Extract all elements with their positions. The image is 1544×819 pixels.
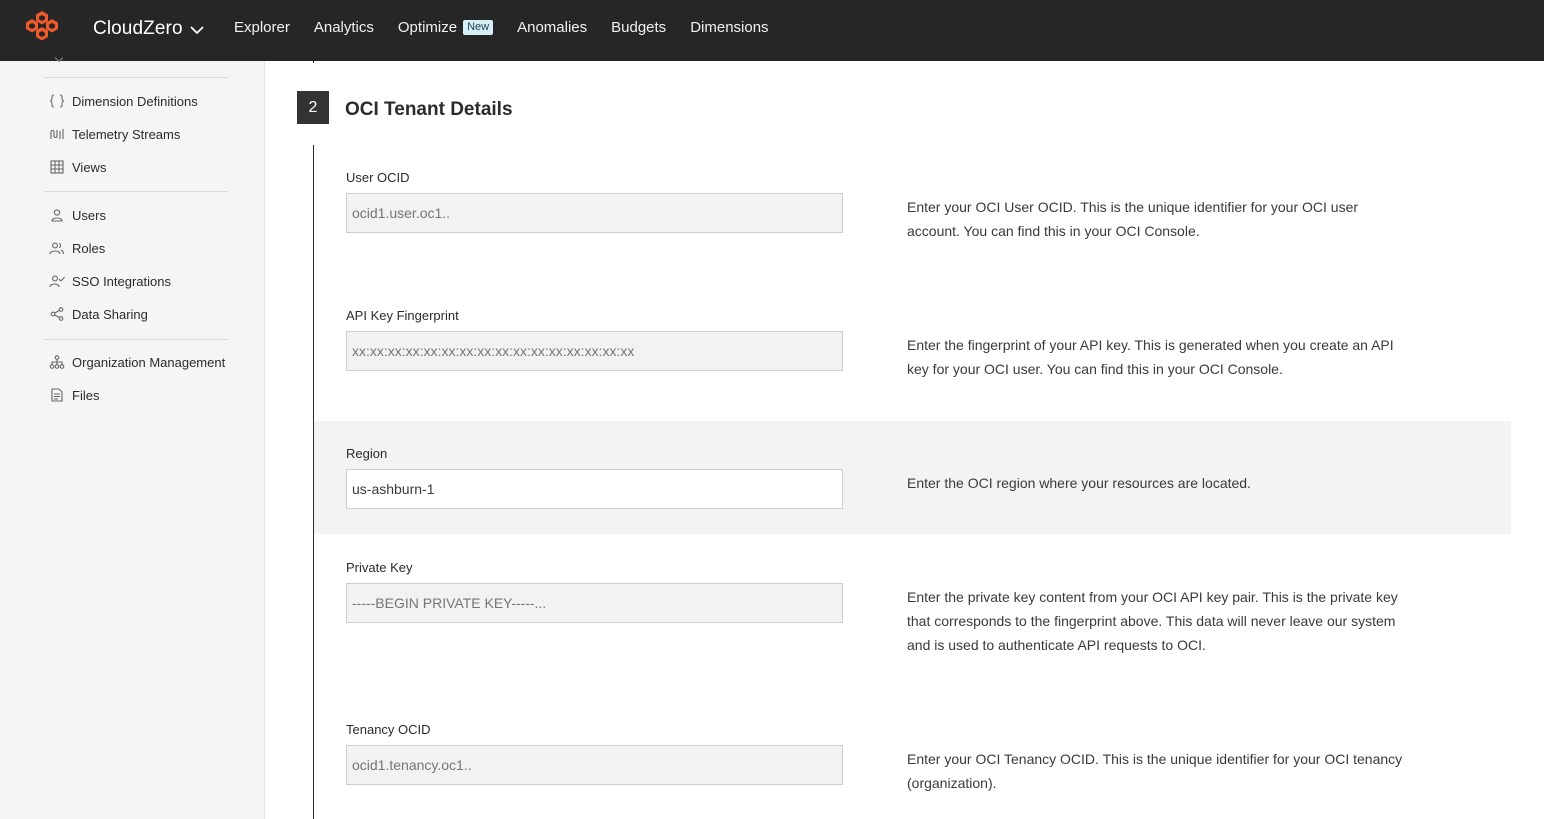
nav-dimensions-label: Dimensions [690,19,769,36]
api-key-fingerprint-help: Enter the fingerprint of your API key. T… [907,337,1394,377]
sidebar-item-telemetry-streams[interactable]: Telemetry Streams [49,126,180,142]
api-key-fingerprint-input[interactable] [346,331,843,371]
chevron-down-icon [189,19,204,41]
sidebar-item-organization-management[interactable]: Organization Management [49,354,225,370]
file-icon [49,387,65,403]
top-navigation-bar: CloudZero Explorer Analytics Optimize Ne… [0,0,1544,61]
nav-dimensions[interactable]: Dimensions [690,19,768,36]
org-chart-icon [49,354,65,370]
sidebar-item-data-sharing[interactable]: Data Sharing [49,306,148,322]
region-help: Enter the OCI region where your resource… [907,475,1251,491]
nav-analytics-label: Analytics [313,19,374,36]
sidebar-item-label: Views [72,159,107,175]
sidebar-item-label: SSO Integrations [72,273,171,289]
user-ocid-label: User OCID [346,170,410,185]
main-content: 2 OCI Tenant Details User OCID Enter you… [265,61,1544,819]
user-check-icon [49,273,65,289]
sidebar-divider [44,191,228,192]
nav-optimize[interactable]: Optimize New [397,19,494,36]
field-row-private-key: Private Key Enter the private key conten… [314,534,1511,696]
previous-step-rail [313,61,314,63]
field-row-user-ocid: User OCID Enter your OCI User OCID. This… [314,145,1511,283]
nav-explorer[interactable]: Explorer [234,19,290,36]
brand-name: CloudZero [93,17,183,39]
sidebar-item-label: Organization Management [72,354,226,370]
nav-anomalies-label: Anomalies [517,19,588,36]
sidebar-item-users[interactable]: Users [49,207,106,223]
sidebar-item-label: Data Sharing [72,306,148,322]
sidebar-item-views[interactable]: Views [49,159,106,175]
api-key-fingerprint-label: API Key Fingerprint [346,308,459,323]
user-icon [49,207,65,223]
nav-explorer-label: Explorer [234,19,290,36]
settings-sidebar: Dimension Definitions Telemetry Streams … [0,53,265,819]
sidebar-item-label: Users [72,207,106,223]
user-ocid-input[interactable] [346,193,843,233]
new-badge: New [463,20,494,35]
nav-budgets-label: Budgets [611,19,667,36]
sidebar-item-dimension-definitions[interactable]: Dimension Definitions [49,93,198,109]
sidebar-item-files[interactable]: Files [49,387,99,403]
field-row-region: Region Enter the OCI region where your r… [314,421,1511,534]
streams-icon [49,126,65,142]
section-title: OCI Tenant Details [345,99,513,120]
roles-icon [49,240,65,256]
region-input[interactable] [346,469,843,509]
sidebar-item-label: Telemetry Streams [72,126,181,142]
private-key-label: Private Key [346,560,413,575]
private-key-input[interactable] [346,583,843,623]
sidebar-item-sso-integrations[interactable]: SSO Integrations [49,273,171,289]
sidebar-item-label: Files [72,387,100,403]
user-ocid-help: Enter your OCI User OCID. This is the un… [907,199,1359,239]
braces-icon [49,93,65,109]
step-number-badge: 2 [297,91,329,124]
sidebar-divider [44,339,228,340]
field-row-tenancy-ocid: Tenancy OCID Enter your OCI Tenancy OCID… [314,696,1511,819]
main-nav: Explorer Analytics Optimize New Anomalie… [234,0,793,55]
tenancy-ocid-label: Tenancy OCID [346,722,431,737]
nav-anomalies[interactable]: Anomalies [517,19,587,36]
tenancy-ocid-input[interactable] [346,745,843,785]
sidebar-item-label: Dimension Definitions [72,93,198,109]
sidebar-item-label: Roles [72,240,106,256]
sidebar-item-roles[interactable]: Roles [49,240,105,256]
private-key-help: Enter the private key content from your … [907,589,1398,653]
share-icon [49,306,65,322]
nav-optimize-label: Optimize [397,19,458,36]
field-row-api-key-fingerprint: API Key Fingerprint Enter the fingerprin… [314,283,1511,421]
region-label: Region [346,446,388,461]
nav-budgets[interactable]: Budgets [611,19,666,36]
tenancy-ocid-help: Enter your OCI Tenancy OCID. This is the… [907,751,1403,791]
grid-table-icon [49,159,65,175]
nav-analytics[interactable]: Analytics [314,19,374,36]
org-switcher[interactable]: CloudZero [93,16,204,41]
sidebar-divider [44,77,228,78]
cloudzero-logo-icon[interactable] [24,9,60,45]
